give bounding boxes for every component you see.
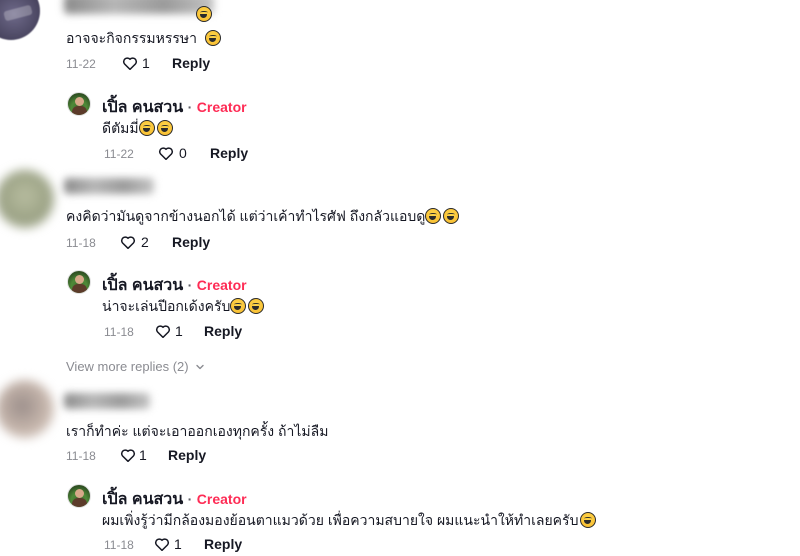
reply-text: ดีตัมมี่ xyxy=(102,118,173,140)
view-more-replies-button[interactable]: View more replies (2) xyxy=(66,359,205,374)
reply-button[interactable]: Reply xyxy=(204,323,242,339)
view-more-label: View more replies (2) xyxy=(66,359,189,374)
tears-of-joy-emoji xyxy=(230,298,247,314)
commenter-avatar[interactable] xyxy=(0,380,54,438)
creator-name[interactable]: เปิ้ล คนสวน xyxy=(102,491,183,508)
comment-date: 11-18 xyxy=(66,449,96,463)
commenter-name-blurred[interactable] xyxy=(64,178,154,194)
creator-reply-header: เปิ้ล คนสวน · Creator xyxy=(102,273,247,298)
reply-button[interactable]: Reply xyxy=(172,234,210,250)
tears-of-joy-emoji xyxy=(443,208,460,224)
reply-date: 11-18 xyxy=(104,325,134,339)
creator-avatar[interactable] xyxy=(67,92,91,116)
creator-badge: Creator xyxy=(196,491,247,507)
separator-dot: · xyxy=(187,99,193,115)
creator-avatar[interactable] xyxy=(67,270,91,294)
reply-date: 11-18 xyxy=(104,538,134,552)
like-count: 0 xyxy=(179,145,187,161)
chevron-down-icon xyxy=(195,364,204,369)
like-count: 1 xyxy=(174,536,182,552)
creator-name[interactable]: เปิ้ล คนสวน xyxy=(102,99,183,116)
like-count: 2 xyxy=(141,234,149,250)
commenter-avatar[interactable] xyxy=(0,170,54,228)
reply-button[interactable]: Reply xyxy=(168,447,206,463)
creator-reply-header: เปิ้ล คนสวน · Creator xyxy=(102,95,247,120)
creator-name[interactable]: เปิ้ล คนสวน xyxy=(102,277,183,294)
separator-dot: · xyxy=(187,277,193,293)
commenter-name-blurred[interactable] xyxy=(64,0,214,14)
like-count: 1 xyxy=(175,323,183,339)
reply-date: 11-22 xyxy=(104,147,134,161)
heart-outline-icon[interactable] xyxy=(122,56,138,70)
tears-of-joy-emoji xyxy=(425,208,442,224)
commenter-name-blurred[interactable] xyxy=(64,393,150,409)
commenter-avatar[interactable] xyxy=(0,0,40,40)
tears-of-joy-emoji xyxy=(138,120,155,136)
heart-outline-icon[interactable] xyxy=(120,448,136,462)
like-count: 1 xyxy=(139,447,147,463)
comment-text: อาจจะกิจกรรมหรรษา xyxy=(66,28,221,50)
separator-dot: · xyxy=(187,491,193,507)
reply-button[interactable]: Reply xyxy=(204,536,242,552)
heart-outline-icon[interactable] xyxy=(120,235,136,249)
tears-of-joy-emoji xyxy=(248,298,265,314)
tears-of-joy-emoji xyxy=(156,120,173,136)
like-count: 1 xyxy=(142,55,150,71)
creator-badge: Creator xyxy=(196,277,247,293)
reply-text: ผมเพิ่งรู้ว่ามีกล้องมองย้อนตาแมวด้วย เพื… xyxy=(102,510,597,532)
creator-badge: Creator xyxy=(196,99,247,115)
comment-text: คงคิดว่ามันดูจากข้างนอกได้ แต่ว่าเค้าทำไ… xyxy=(66,206,460,228)
comment-date: 11-18 xyxy=(66,236,96,250)
creator-avatar[interactable] xyxy=(67,484,91,508)
tears-of-joy-emoji xyxy=(204,30,221,46)
heart-outline-icon[interactable] xyxy=(158,146,174,160)
creator-reply-header: เปิ้ล คนสวน · Creator xyxy=(102,487,247,512)
comment-text: เราก็ทำค่ะ แต่จะเอาออกเองทุกครั้ง ถ้าไม่… xyxy=(66,423,329,439)
reply-text: น่าจะเล่นปีอกเด้งครับ xyxy=(102,296,265,318)
comment-date: 11-22 xyxy=(66,57,96,71)
heart-outline-icon[interactable] xyxy=(155,324,171,338)
heart-outline-icon[interactable] xyxy=(154,537,170,551)
tears-of-joy-emoji xyxy=(196,6,212,22)
reply-button[interactable]: Reply xyxy=(210,145,248,161)
reply-button[interactable]: Reply xyxy=(172,55,210,71)
smiling-emoji xyxy=(580,512,597,528)
